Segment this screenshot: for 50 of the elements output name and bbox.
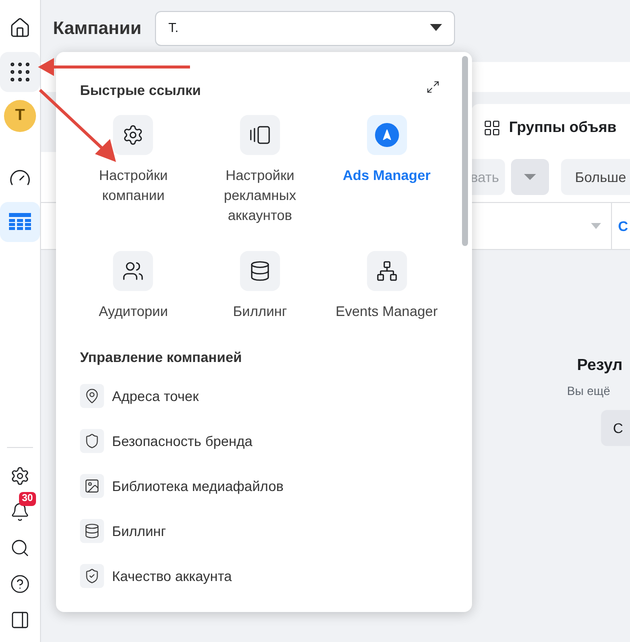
quick-link[interactable]: Аудитории [70,251,197,321]
search-icon [10,538,30,558]
empty-state-button[interactable]: С [601,410,630,446]
grid-icon [483,119,501,137]
menu-item[interactable]: Качество аккаунта [80,564,448,588]
people-icon [122,260,144,282]
menu-item[interactable]: Библиотека медиафайлов [80,474,448,498]
help-icon [10,574,30,594]
page-title: Кампании [53,16,142,40]
section-title: Быстрые ссылки [80,81,201,100]
coins-icon [84,523,100,539]
menu-item[interactable]: Безопасность бренда [80,429,448,453]
scrollbar[interactable] [462,56,468,246]
table-icon [9,213,31,231]
image-icon [84,478,100,494]
home-icon [9,17,31,39]
empty-state-text: Вы ещё [567,383,610,400]
empty-state-title: Резул [577,356,623,376]
caret-icon [430,24,442,32]
menu-item[interactable]: Биллинг [80,519,448,543]
network-icon [376,260,398,282]
more-button[interactable]: Больше [561,159,630,195]
table-nav-button[interactable] [0,202,40,242]
bell-icon [10,502,30,522]
quick-link[interactable]: Ads Manager [323,115,450,225]
caret-icon [591,223,601,229]
bell-nav-button[interactable]: 30 [2,494,38,530]
location-pin-icon [84,388,100,404]
quick-link[interactable]: Настройки рекламных аккаунтов [196,115,324,225]
column-header[interactable]: С [618,216,628,236]
expand-icon[interactable] [426,80,440,94]
quick-link[interactable]: Биллинг [196,251,324,321]
quick-link[interactable]: Настройки компании [70,115,197,225]
coins-icon [248,260,271,282]
panel-icon [10,610,30,630]
shield-icon [84,433,100,449]
settings-icon [10,466,30,486]
quick-link[interactable]: Events Manager [323,251,450,321]
section-title: Управление компанией [80,348,242,367]
settings-icon [122,124,144,146]
shield-check-icon [84,568,100,584]
cards-icon [248,124,271,146]
notification-badge: 30 [18,492,36,506]
account-select[interactable]: T. [155,10,456,46]
dropdown-button[interactable] [511,159,549,195]
avatar[interactable]: T [4,100,36,132]
ad-sets-tab[interactable]: Группы объяв [471,104,630,152]
menu-item[interactable]: Адреса точек [80,384,448,408]
apps-nav-button[interactable] [0,52,40,92]
caret-icon [524,174,536,180]
